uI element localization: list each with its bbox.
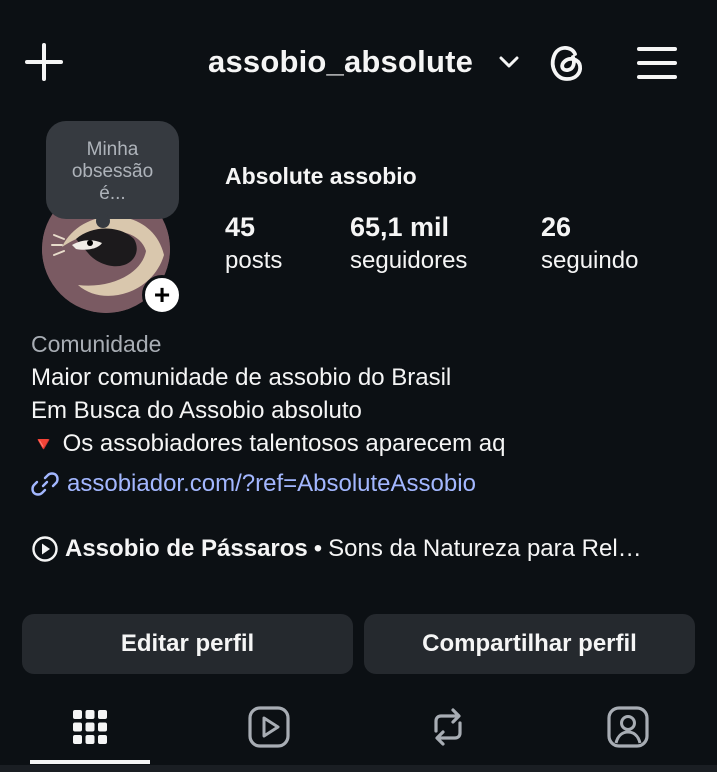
bio-line-text: Os assobiadores talentosos aparecem aq	[62, 430, 506, 457]
tab-reposts[interactable]	[358, 690, 537, 764]
edit-profile-button[interactable]: Editar perfil	[22, 614, 353, 674]
stat-value: 45	[225, 212, 256, 242]
link-icon	[31, 472, 59, 496]
stat-value: 26	[541, 212, 572, 242]
bio-line: Em Busca do Assobio absoluto	[31, 397, 362, 424]
play-circle-icon	[32, 536, 58, 562]
bio-link-text[interactable]: assobiador.com/?ref=AbsoluteAssobio	[67, 470, 476, 498]
profile-music[interactable]: Assobio de Pássaros • Sons da Natureza p…	[31, 535, 642, 563]
switch-account-button[interactable]	[497, 52, 521, 72]
plus-icon	[25, 43, 63, 81]
music-track-title: Assobio de Pássaros	[65, 535, 308, 562]
stat-followers[interactable]: 65,1 mil seguidores	[350, 212, 467, 275]
reposts-icon	[433, 708, 462, 746]
tab-tagged[interactable]	[538, 690, 717, 764]
bio-line: 🔻 Os assobiadores talentosos aparecem aq	[31, 430, 506, 458]
reels-icon	[247, 706, 290, 748]
stat-value: 65,1 mil	[350, 212, 450, 242]
stat-posts[interactable]: 45 posts	[225, 212, 282, 275]
stat-label: posts	[225, 247, 283, 274]
hamburger-menu-icon	[637, 47, 677, 79]
bio-link[interactable]: assobiador.com/?ref=AbsoluteAssobio	[31, 470, 476, 498]
bio-line: Maior comunidade de assobio do Brasil	[31, 364, 452, 391]
note-text-line: obsessão	[71, 161, 154, 182]
threads-button[interactable]	[544, 40, 588, 84]
stat-label: seguidores	[350, 247, 468, 274]
grid-icon	[72, 710, 107, 744]
add-story-button[interactable]: +	[142, 275, 182, 315]
note-bubble-tail	[96, 214, 110, 228]
music-artist: Sons da Natureza para Rel…	[328, 535, 642, 562]
create-button[interactable]	[24, 42, 64, 82]
plus-icon: +	[153, 279, 171, 310]
tab-posts-grid[interactable]	[0, 690, 179, 764]
bottom-divider	[0, 765, 717, 772]
profile-tabs	[0, 690, 717, 772]
tab-reels[interactable]	[179, 690, 358, 764]
top-bar: assobio_absolute	[0, 30, 717, 94]
stat-following[interactable]: 26 seguindo	[541, 212, 638, 275]
active-tab-indicator	[30, 760, 150, 764]
note-text-line: é...	[99, 183, 126, 204]
options-menu-button[interactable]	[636, 42, 678, 84]
account-username[interactable]: assobio_absolute	[208, 44, 473, 80]
profile-category: Comunidade	[31, 331, 162, 357]
profile-full-name: Absolute assobio	[225, 163, 417, 189]
chevron-down-icon	[499, 56, 519, 68]
share-profile-button[interactable]: Compartilhar perfil	[364, 614, 695, 674]
red-triangle-icon: 🔻	[31, 434, 56, 456]
stat-label: seguindo	[541, 247, 639, 274]
threads-icon	[550, 45, 582, 81]
tagged-icon	[606, 706, 649, 748]
note-text-line: Minha	[86, 139, 139, 160]
profile-note-bubble[interactable]: Minha obsessão é...	[46, 121, 179, 219]
music-separator: •	[313, 535, 323, 562]
